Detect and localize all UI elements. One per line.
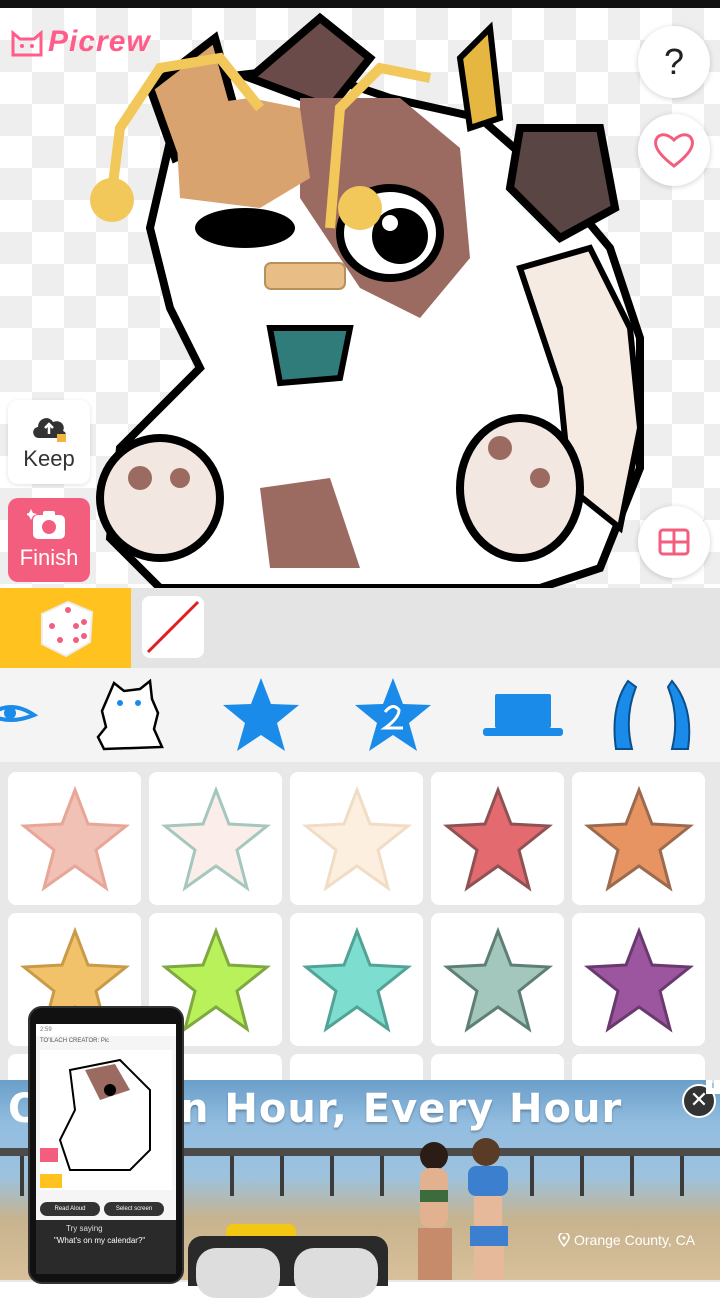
- star-swatch-icon: [301, 926, 412, 1033]
- star-swatch-icon: [442, 926, 553, 1033]
- star-two-icon: [355, 678, 431, 751]
- tool-row: [0, 588, 720, 668]
- tab-horns[interactable]: [610, 674, 694, 756]
- tab-body[interactable]: [92, 674, 170, 756]
- dice-icon: [40, 600, 93, 658]
- horns-icon: [613, 679, 691, 750]
- eye-icon: [0, 705, 39, 722]
- layout-grid-button[interactable]: [638, 506, 710, 578]
- tab-star-2[interactable]: [352, 674, 434, 756]
- character-illustration: [90, 12, 644, 588]
- star-swatch-icon: [19, 785, 130, 892]
- color-swatch-10[interactable]: [572, 913, 705, 1046]
- thumbnail-screen: 2:59 TO'ILACH CREATOR: Pic Read Aloud Se…: [36, 1024, 176, 1274]
- ad-info-badge[interactable]: i: [706, 1080, 720, 1094]
- favorite-button[interactable]: [638, 114, 710, 186]
- thumbnail-art: [40, 1050, 172, 1190]
- color-swatch-3[interactable]: [290, 772, 423, 905]
- color-swatch-9[interactable]: [431, 913, 564, 1046]
- avatar-canvas: Picrew ? Keep Finish: [0, 8, 720, 588]
- ad-location: Orange County, CA: [558, 1232, 695, 1248]
- status-bar: [0, 0, 720, 8]
- finish-label: Finish: [19, 545, 79, 570]
- control-button-left[interactable]: [196, 1248, 280, 1298]
- thumbnail-read-aloud: Read Aloud: [40, 1202, 100, 1216]
- star-swatch-icon: [160, 785, 271, 892]
- thumbnail-status: 2:59: [36, 1024, 176, 1036]
- keep-label: Keep: [23, 446, 75, 471]
- help-button[interactable]: ?: [638, 26, 710, 98]
- people-image: [418, 1138, 508, 1280]
- thumbnail-select-screen: Select screen: [104, 1202, 164, 1216]
- hat-icon: [483, 694, 563, 736]
- cat-body-icon: [96, 678, 164, 751]
- tab-star-1[interactable]: [220, 674, 302, 756]
- color-swatch-5[interactable]: [572, 772, 705, 905]
- finish-button[interactable]: Finish: [8, 498, 90, 582]
- cloud-upload-icon: [33, 418, 66, 442]
- star-icon: [223, 678, 299, 751]
- screenshot-controls: [188, 1236, 388, 1298]
- star-swatch-icon: [301, 785, 412, 892]
- thumbnail-title: TO'ILACH CREATOR: Pic: [40, 1038, 110, 1044]
- thumbnail-assistant-panel: [36, 1220, 176, 1274]
- remove-item-button[interactable]: [142, 596, 204, 658]
- keep-button[interactable]: Keep: [8, 400, 90, 484]
- tab-eyes[interactable]: [0, 674, 40, 756]
- star-swatch-icon: [583, 926, 694, 1033]
- slash-icon: [146, 600, 200, 654]
- color-swatch-1[interactable]: [8, 772, 141, 905]
- color-swatch-4[interactable]: [431, 772, 564, 905]
- heart-icon: [654, 133, 694, 168]
- screenshot-thumbnail[interactable]: 2:59 TO'ILACH CREATOR: Pic Read Aloud Se…: [28, 1006, 184, 1284]
- star-swatch-icon: [583, 785, 694, 892]
- star-swatch-icon: [442, 785, 553, 892]
- color-swatch-2[interactable]: [149, 772, 282, 905]
- thumbnail-prompt: "What's on my calendar?": [54, 1236, 146, 1245]
- grid-icon: [658, 528, 690, 556]
- control-button-right[interactable]: [294, 1248, 378, 1298]
- randomize-button[interactable]: [0, 588, 131, 668]
- category-tabs: [0, 668, 720, 762]
- ad-location-text: Orange County, CA: [574, 1232, 696, 1248]
- ad-headline: n Hour, Every Hour: [180, 1086, 623, 1132]
- question-mark-icon: ?: [663, 41, 685, 82]
- tab-hat[interactable]: [480, 674, 566, 756]
- camera-icon: [27, 509, 65, 539]
- thumbnail-try-saying: Try saying: [66, 1224, 103, 1233]
- location-pin-icon: [558, 1233, 570, 1247]
- color-swatch-8[interactable]: [290, 913, 423, 1046]
